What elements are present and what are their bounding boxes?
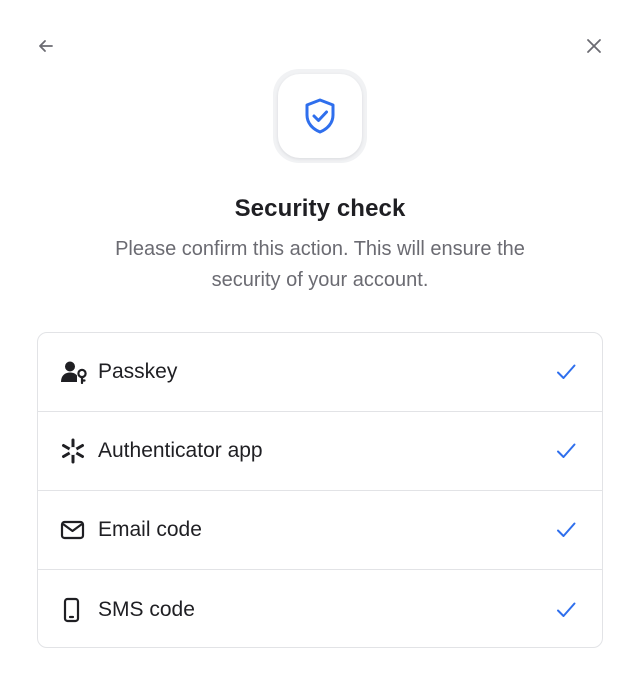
arrow-left-icon (39, 40, 53, 52)
check-icon (554, 518, 578, 542)
phone-icon (60, 596, 88, 624)
method-label: SMS code (98, 597, 195, 621)
check-icon (554, 439, 578, 463)
security-badge-inner (278, 74, 362, 158)
verification-methods-list: Passkey Authenticator app Email code SMS… (37, 332, 603, 648)
method-sms-code[interactable]: SMS code (38, 570, 602, 647)
back-button[interactable] (32, 32, 60, 60)
method-label: Authenticator app (98, 439, 263, 462)
user-key-icon (60, 358, 88, 386)
security-badge (273, 69, 367, 163)
method-authenticator-app[interactable]: Authenticator app (38, 412, 602, 491)
page-title: Security check (234, 195, 406, 222)
close-icon (587, 39, 601, 53)
mail-icon (60, 516, 88, 544)
check-icon (554, 360, 578, 384)
check-icon (554, 598, 578, 622)
shield-check-icon (305, 98, 335, 134)
method-email-code[interactable]: Email code (38, 491, 602, 570)
page-subtitle: Please confirm this action. This will en… (115, 238, 525, 291)
method-label: Passkey (98, 360, 178, 383)
close-button[interactable] (580, 32, 608, 60)
asterisk-icon (60, 437, 88, 465)
method-label: Email code (98, 518, 202, 541)
method-passkey[interactable]: Passkey (38, 333, 602, 412)
